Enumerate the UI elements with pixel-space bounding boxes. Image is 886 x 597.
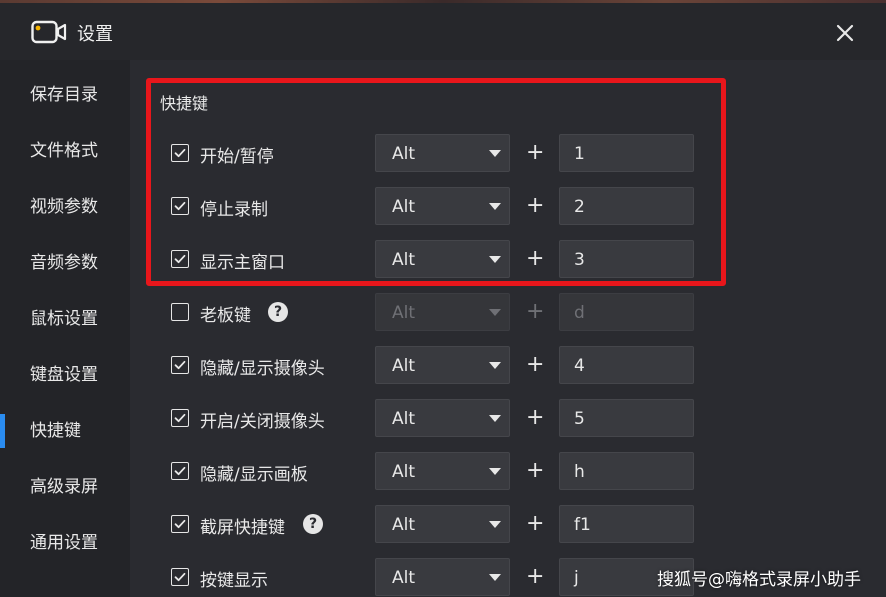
- plus-sign: +: [526, 140, 545, 165]
- help-icon[interactable]: ?: [268, 302, 288, 322]
- modifier-select[interactable]: Alt: [375, 399, 510, 437]
- chevron-down-icon: [489, 521, 501, 528]
- chevron-down-icon: [489, 203, 501, 210]
- modifier-value: Alt: [392, 409, 416, 429]
- hotkey-value: 2: [574, 197, 585, 217]
- hotkey-input[interactable]: 2: [559, 187, 694, 225]
- check-icon: [174, 148, 186, 158]
- shortcut-row: 开启/关闭摄像头 Alt +5: [0, 399, 886, 437]
- check-icon: [174, 413, 186, 423]
- shortcut-row: 截屏快捷键? Alt + f1: [0, 505, 886, 543]
- modifier-select[interactable]: Alt: [375, 240, 510, 278]
- hotkey-input[interactable]: f1: [559, 505, 694, 543]
- modifier-value: Alt: [392, 197, 416, 217]
- chevron-down-icon: [489, 150, 501, 157]
- modifier-value: Alt: [392, 303, 416, 323]
- shortcut-checkbox[interactable]: [171, 515, 189, 533]
- plus-sign: +: [526, 564, 545, 589]
- shortcut-label: 隐藏/显示画板: [200, 465, 308, 485]
- modifier-select[interactable]: Alt: [375, 346, 510, 384]
- hotkey-input[interactable]: h: [559, 452, 694, 490]
- shortcut-checkbox[interactable]: [171, 303, 189, 321]
- hotkey-input[interactable]: 4: [559, 346, 694, 384]
- shortcut-row: 开始/暂停 Alt +1: [0, 134, 886, 172]
- plus-sign: +: [526, 299, 545, 324]
- modifier-value: Alt: [392, 462, 416, 482]
- shortcut-label: 开始/暂停: [200, 147, 274, 167]
- shortcut-label: 老板键: [200, 306, 251, 326]
- modifier-value: Alt: [392, 144, 416, 164]
- check-icon: [174, 360, 186, 370]
- hotkey-value: j: [574, 568, 579, 588]
- shortcut-label: 停止录制: [200, 200, 268, 220]
- hotkey-input[interactable]: 5: [559, 399, 694, 437]
- modifier-select[interactable]: Alt: [375, 505, 510, 543]
- modifier-select[interactable]: Alt: [375, 134, 510, 172]
- check-icon: [174, 572, 186, 582]
- hotkey-value: d: [574, 303, 585, 323]
- title-bar: 设置: [0, 3, 886, 60]
- hotkey-value: 4: [574, 356, 585, 376]
- section-title: 快捷键: [160, 94, 209, 113]
- chevron-down-icon: [489, 256, 501, 263]
- modifier-select[interactable]: Alt: [375, 452, 510, 490]
- shortcut-checkbox[interactable]: [171, 462, 189, 480]
- chevron-down-icon: [489, 362, 501, 369]
- check-icon: [174, 201, 186, 211]
- modifier-select[interactable]: Alt: [375, 187, 510, 225]
- shortcut-row: 隐藏/显示摄像头 Alt +4: [0, 346, 886, 384]
- help-icon[interactable]: ?: [303, 514, 323, 534]
- shortcut-checkbox[interactable]: [171, 197, 189, 215]
- modifier-value: Alt: [392, 568, 416, 588]
- sidebar-item-label: 保存目录: [30, 84, 98, 105]
- shortcut-checkbox[interactable]: [171, 356, 189, 374]
- shortcut-row: 隐藏/显示画板 Alt + h: [0, 452, 886, 490]
- window-title: 设置: [77, 24, 113, 45]
- shortcut-row: 老板键? Alt + d: [0, 293, 886, 331]
- shortcut-row: 停止录制 Alt +2: [0, 187, 886, 225]
- plus-sign: +: [526, 352, 545, 377]
- chevron-down-icon: [489, 468, 501, 475]
- shortcut-label: 开启/关闭摄像头: [200, 412, 325, 432]
- shortcut-checkbox[interactable]: [171, 568, 189, 586]
- shortcut-label: 显示主窗口: [200, 253, 285, 273]
- video-camera-icon: [31, 20, 67, 44]
- shortcut-checkbox[interactable]: [171, 250, 189, 268]
- modifier-value: Alt: [392, 356, 416, 376]
- hotkey-value: 5: [574, 409, 585, 429]
- plus-sign: +: [526, 511, 545, 536]
- shortcut-row: 显示主窗口 Alt +3: [0, 240, 886, 278]
- chevron-down-icon: [489, 309, 501, 316]
- sidebar-item-1[interactable]: 保存目录: [0, 72, 130, 112]
- modifier-select[interactable]: Alt: [375, 558, 510, 596]
- check-icon: [174, 254, 186, 264]
- shortcut-label: 截屏快捷键: [200, 518, 285, 538]
- plus-sign: +: [526, 193, 545, 218]
- hotkey-value: f1: [574, 515, 591, 535]
- close-icon[interactable]: [832, 20, 858, 46]
- modifier-select: Alt: [375, 293, 510, 331]
- hotkey-input[interactable]: 1: [559, 134, 694, 172]
- plus-sign: +: [526, 405, 545, 430]
- hotkey-input[interactable]: 3: [559, 240, 694, 278]
- shortcut-label: 隐藏/显示摄像头: [200, 359, 325, 379]
- hotkey-value: 3: [574, 250, 585, 270]
- hotkey-input: d: [559, 293, 694, 331]
- chevron-down-icon: [489, 574, 501, 581]
- shortcut-checkbox[interactable]: [171, 144, 189, 162]
- plus-sign: +: [526, 458, 545, 483]
- shortcut-checkbox[interactable]: [171, 409, 189, 427]
- plus-sign: +: [526, 246, 545, 271]
- hotkey-value: h: [574, 462, 585, 482]
- check-icon: [174, 466, 186, 476]
- check-icon: [174, 519, 186, 529]
- watermark-text: 搜狐号@嗨格式录屏小助手: [657, 570, 861, 590]
- shortcut-label: 按键显示: [200, 571, 268, 591]
- modifier-value: Alt: [392, 250, 416, 270]
- chevron-down-icon: [489, 415, 501, 422]
- modifier-value: Alt: [392, 515, 416, 535]
- hotkey-value: 1: [574, 144, 585, 164]
